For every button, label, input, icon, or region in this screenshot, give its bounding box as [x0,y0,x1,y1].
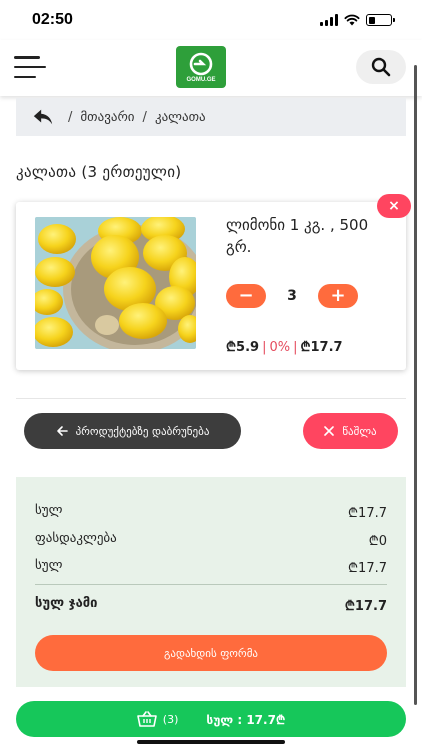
price-row: ₾5.9 | 0% | ₾17.7 [226,340,343,355]
line-total: ₾17.7 [300,340,343,355]
summary-label: ფასდაკლება [35,531,117,546]
logo-mark-icon [189,52,213,75]
cart-total: სულ : 17.7₾ [206,712,286,727]
back-to-products-label: პროდუქტებზე დაბრუნება [75,424,210,438]
decrease-quantity-button[interactable]: − [226,284,266,308]
summary-value: ₾17.7 [348,561,387,576]
grand-total-label: სულ ჯამი [35,596,98,611]
product-image[interactable] [35,217,196,349]
summary-label: სულ [35,503,63,518]
grand-total-value: ₾17.7 [344,599,387,614]
checkout-button[interactable]: გადახდის ფორმა [35,635,387,671]
home-indicator [137,740,285,744]
product-name[interactable]: ლიმონი 1 კგ. , 500 გრ. [226,214,391,258]
logo-text: GOMU.GE [186,76,216,83]
increase-quantity-button[interactable]: + [318,284,358,308]
scrollbar[interactable] [414,65,417,705]
logo[interactable]: GOMU.GE [176,46,226,88]
breadcrumb: / მთავარი / კალათა [16,98,406,136]
wifi-icon [344,14,360,26]
basket-icon [136,711,157,727]
arrow-left-icon [56,426,68,436]
summary-row-total: სულ ₾17.7 [35,558,387,576]
order-summary: სულ ₾17.7 ფასდაკლება ₾0 სულ ₾17.7 სულ ჯა… [16,477,406,687]
search-button[interactable] [356,50,406,84]
signal-icon [320,14,338,26]
summary-row-grand-total: სულ ჯამი ₾17.7 [35,596,387,614]
summary-label: სულ [35,558,63,573]
lemons-image [35,217,196,349]
status-icons [320,14,395,26]
app-header: GOMU.GE [0,40,422,96]
summary-row-subtotal: სულ ₾17.7 [35,503,387,521]
summary-row-discount: ფასდაკლება ₾0 [35,531,387,549]
summary-value: ₾17.7 [348,506,387,521]
status-bar: 02:50 [0,0,422,40]
breadcrumb-separator: / [142,109,147,125]
remove-item-button[interactable]: × [377,194,411,218]
summary-value: ₾0 [368,534,387,549]
cart-bottom-bar[interactable]: (3) სულ : 17.7₾ [16,701,406,737]
status-time: 02:50 [32,11,73,28]
back-arrow-icon[interactable] [32,107,54,127]
back-to-products-button[interactable]: პროდუქტებზე დაბრუნება [24,413,241,449]
page-title: კალათა (3 ერთეული) [16,163,182,181]
cart-count: (3) [162,712,179,726]
menu-button[interactable] [14,56,46,78]
search-icon [371,57,391,77]
quantity-value: 3 [287,288,297,304]
battery-icon [366,14,395,26]
summary-divider [35,584,387,585]
discount-percent: 0% [269,340,291,355]
delete-label: წაშლა [342,424,377,438]
close-icon [324,426,335,436]
quantity-stepper: − 3 + [226,284,358,308]
breadcrumb-home-link[interactable]: მთავარი [80,110,134,125]
cart-item-card: ლიმონი 1 კგ. , 500 გრ. − 3 + ₾5.9 | 0% | ₾17… [16,202,406,370]
unit-price: ₾5.9 [226,340,260,355]
breadcrumb-separator: / [68,109,73,125]
delete-button[interactable]: წაშლა [303,413,398,449]
breadcrumb-current: კალათა [154,109,206,125]
divider [16,398,406,399]
